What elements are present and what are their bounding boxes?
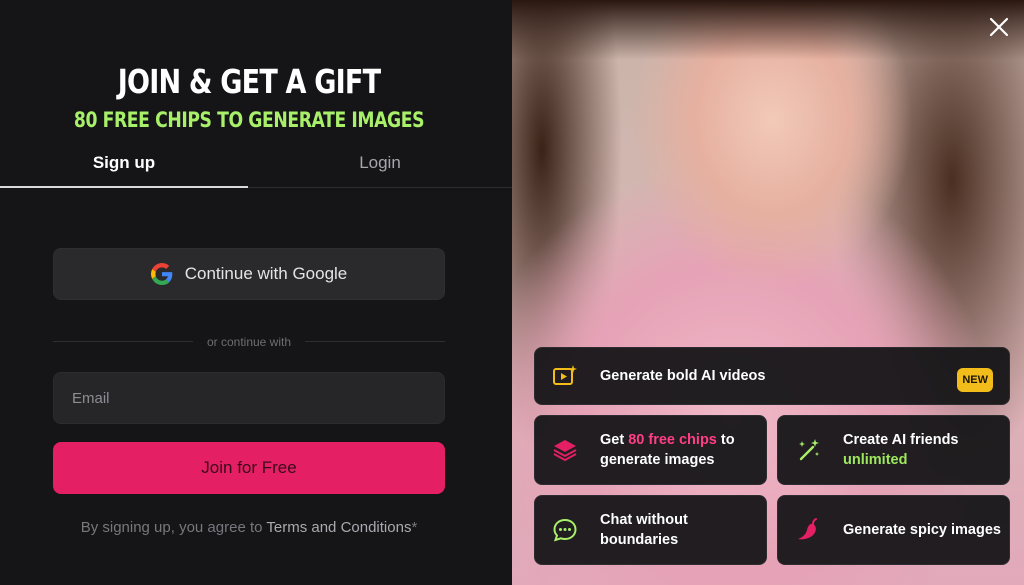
feature-text: Generate bold AI videos: [600, 368, 766, 384]
new-badge: NEW: [957, 368, 993, 392]
terms-prefix: By signing up, you agree to: [80, 519, 267, 536]
divider-line-right: [305, 341, 445, 342]
google-button-label: Continue with Google: [184, 264, 348, 283]
layers-icon: [553, 440, 577, 462]
feature-text-before: Create AI friends: [843, 432, 959, 448]
tab-signup[interactable]: Sign up: [0, 140, 248, 188]
video-sparkle-icon: [553, 365, 577, 385]
feature-text: Chat without boundaries: [600, 512, 688, 548]
photo-shade: [512, 0, 1024, 60]
feature-text: Create AI friends unlimited: [843, 430, 1009, 470]
or-divider: or continue with: [53, 335, 445, 349]
feature-card-videos: Generate bold AI videos NEW: [534, 347, 1010, 405]
terms-link[interactable]: Terms and Conditions: [266, 519, 411, 536]
divider-text: or continue with: [206, 335, 292, 349]
signup-panel: JOIN & GET A GIFT 80 FREE CHIPS TO GENER…: [0, 0, 512, 585]
chili-pepper-icon: [798, 518, 817, 540]
feature-highlight: unlimited: [843, 452, 908, 468]
google-icon: [150, 263, 173, 285]
join-for-free-button[interactable]: Join for Free: [53, 442, 445, 494]
headline: JOIN & GET A GIFT: [117, 62, 381, 101]
close-icon[interactable]: [986, 14, 1012, 40]
feature-card-chat: Chat without boundaries: [534, 495, 767, 565]
terms-notice: By signing up, you agree to Terms and Co…: [0, 519, 498, 536]
auth-tabs: Sign up Login: [0, 140, 512, 188]
tab-login[interactable]: Login: [258, 140, 502, 188]
feature-card-free-chips: Get 80 free chips to generate images: [534, 415, 767, 485]
feature-text: Get 80 free chips to generate images: [600, 430, 766, 470]
feature-card-spicy-images: Generate spicy images: [777, 495, 1010, 565]
feature-text-before: Get: [600, 432, 629, 448]
magic-wand-icon: [799, 439, 819, 461]
feature-highlight: 80 free chips: [628, 432, 717, 448]
continue-with-google-button[interactable]: Continue with Google: [53, 248, 445, 300]
feature-card-ai-friends: Create AI friends unlimited: [777, 415, 1010, 485]
email-input[interactable]: [53, 372, 445, 424]
chat-bubble-icon: [553, 518, 577, 542]
subheadline: 80 FREE CHIPS TO GENERATE IMAGES: [73, 108, 425, 132]
feature-text: Generate spicy images: [843, 522, 1001, 538]
terms-suffix: *: [411, 519, 418, 536]
